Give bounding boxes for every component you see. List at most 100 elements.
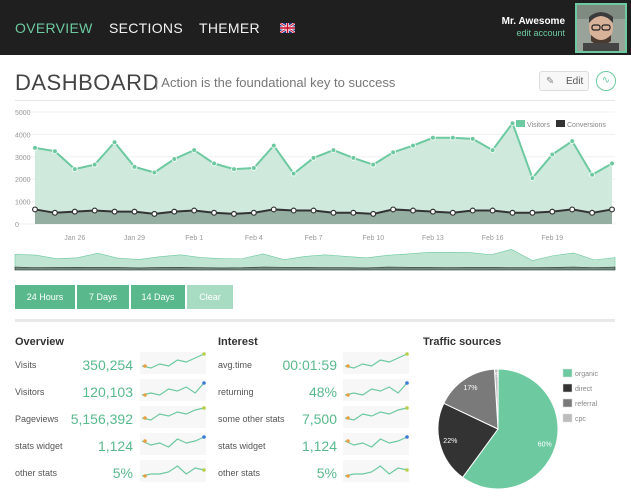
data-point (270, 142, 277, 149)
data-point (131, 208, 138, 215)
clear-range-button[interactable]: Clear (187, 285, 233, 309)
section-divider (15, 319, 615, 322)
data-point (191, 147, 197, 153)
data-point (429, 208, 436, 215)
data-point (91, 207, 98, 214)
stat-value: 1,124 (97, 438, 133, 454)
uk-flag-icon[interactable] (280, 23, 295, 33)
series-area-visitors (35, 123, 612, 224)
data-point (350, 209, 357, 216)
data-point (370, 210, 377, 217)
sparkline-min-dot (346, 439, 350, 443)
data-point (469, 207, 476, 214)
pie-slice-label: 17% (463, 385, 477, 392)
sparkline-end-dot (405, 381, 409, 385)
sparkline-end-dot (405, 435, 409, 439)
data-point (410, 142, 416, 149)
sparkline-bg (343, 460, 409, 482)
legend-swatch (562, 413, 573, 423)
pulse-icon[interactable]: ∿ (596, 71, 616, 91)
data-point (350, 155, 357, 161)
data-point (131, 164, 138, 170)
y-tick-label: 3000 (15, 155, 31, 162)
stat-value: 00:01:59 (282, 357, 338, 373)
sparkline-min-dot (143, 474, 147, 478)
sparkline-min-dot (346, 474, 350, 478)
interest-title: Interest (218, 336, 258, 348)
data-point (509, 120, 516, 127)
data-point (469, 136, 476, 142)
data-point (32, 145, 38, 151)
data-point (71, 166, 78, 172)
range-overview-chart[interactable] (0, 245, 631, 275)
data-point (549, 151, 556, 158)
data-point (231, 166, 237, 172)
data-point (211, 209, 218, 216)
x-tick-label: Feb 1 (185, 235, 203, 242)
data-point (529, 209, 536, 216)
avatar[interactable] (575, 3, 627, 53)
stat-value: 350,254 (82, 357, 133, 373)
legend-swatch (562, 368, 573, 378)
stat-value: 5,156,392 (70, 411, 133, 427)
data-point (290, 170, 297, 177)
data-point (489, 207, 496, 214)
legend-label: Conversions (567, 122, 606, 129)
sparkline-min-dot (143, 416, 147, 420)
y-tick-label: 4000 (15, 132, 31, 139)
sparkline-min-dot (346, 364, 350, 368)
sparkline-end-dot (405, 406, 409, 410)
legend-label: direct (575, 386, 592, 393)
data-point (450, 134, 456, 141)
data-point (290, 207, 297, 214)
sparkline-min-dot (346, 393, 350, 397)
y-tick-label: 2000 (15, 177, 31, 184)
data-point (51, 209, 58, 216)
page-subtitle: | Action is the foundational key to succ… (155, 75, 396, 90)
pie-slice-label: 22% (443, 438, 457, 445)
data-point (390, 206, 397, 213)
legend-swatch (556, 120, 565, 127)
sparkline (343, 379, 409, 401)
nav-sections[interactable]: SECTIONS (109, 20, 183, 36)
stat-value: 120,103 (82, 384, 133, 400)
sparkline (343, 352, 409, 374)
nav-themer[interactable]: THEMER (199, 20, 260, 36)
sparkline-end-dot (202, 406, 206, 410)
data-point (589, 209, 596, 216)
data-point (449, 209, 456, 216)
sparkline-end-dot (405, 468, 409, 472)
sparkline-bg (140, 460, 206, 482)
data-point (569, 138, 576, 144)
data-point (151, 169, 158, 176)
legend-label: organic (575, 371, 598, 378)
x-tick-label: Jan 26 (64, 235, 85, 242)
data-point (489, 147, 496, 153)
data-point (608, 206, 615, 213)
sparkline (343, 433, 409, 455)
edit-account-link[interactable]: edit account (516, 28, 565, 38)
edit-button[interactable]: ✎ Edit (539, 71, 589, 91)
sparkline (140, 406, 206, 428)
overview-series-conversions (14, 266, 616, 271)
range-14-days-button[interactable]: 14 Days (131, 285, 185, 309)
data-point (31, 206, 38, 213)
sparkline-end-dot (202, 352, 206, 356)
sparkline (140, 352, 206, 374)
x-tick-label: Feb 16 (482, 235, 504, 242)
nav-overview[interactable]: OVERVIEW (15, 20, 93, 36)
x-tick-label: Feb 4 (245, 235, 263, 242)
stat-value: 5% (112, 465, 133, 481)
data-point (529, 175, 536, 181)
traffic-pie-chart: 1%60%22%17%organicdirectreferralcpc (437, 368, 598, 490)
data-point (569, 206, 576, 213)
range-24-hours-button[interactable]: 24 Hours (15, 285, 75, 309)
sparkline-end-dot (405, 352, 409, 356)
pencil-icon: ✎ (546, 76, 555, 87)
data-point (171, 208, 178, 215)
range-7-days-button[interactable]: 7 Days (77, 285, 129, 309)
data-point (430, 134, 436, 141)
data-point (111, 139, 118, 146)
data-point (370, 161, 377, 168)
data-point (330, 209, 337, 216)
